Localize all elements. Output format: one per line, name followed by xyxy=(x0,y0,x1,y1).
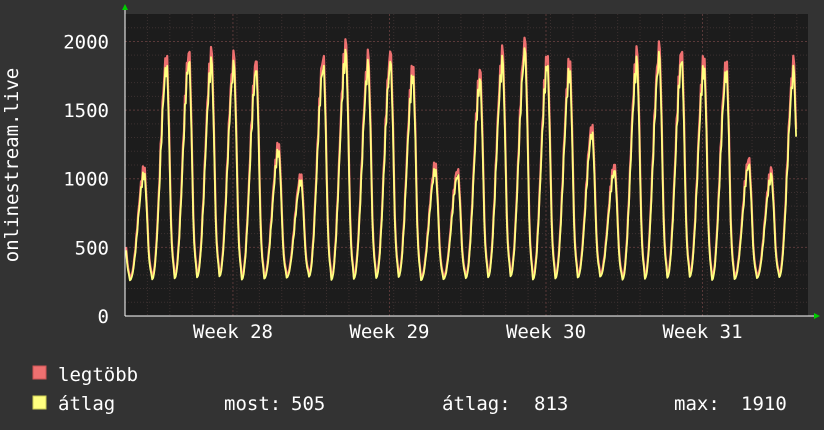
legend-label-avg: átlag xyxy=(58,393,115,415)
legend-swatch-avg xyxy=(32,395,47,410)
y-tick-label: 2000 xyxy=(63,31,109,53)
stat-now-value: 505 xyxy=(291,393,325,415)
y-tick-label: 1500 xyxy=(63,100,109,122)
y-tick-label: 500 xyxy=(75,237,109,259)
stat-avg-label: átlag: xyxy=(442,393,511,415)
x-tick-label: Week 28 xyxy=(193,321,273,343)
y-tick-label: 1000 xyxy=(63,169,109,191)
stat-max-label: max: xyxy=(674,393,720,415)
x-tick-label: Week 30 xyxy=(506,321,586,343)
stat-max-value: 1910 xyxy=(741,393,787,415)
x-tick-label: Week 29 xyxy=(349,321,429,343)
x-tick-label: Week 31 xyxy=(662,321,742,343)
stat-now-label: most: xyxy=(224,393,281,415)
legend-label-max: legtöbb xyxy=(58,364,138,386)
stats: most: 505 átlag: 813 max: 1910 xyxy=(224,393,787,415)
y-axis-label: onlinestream.live xyxy=(1,68,23,262)
chart-canvas: 0 500 1000 1500 2000 Week 28 Week 29 Week 30 We… xyxy=(0,0,824,430)
y-tick-label: 0 xyxy=(98,306,109,328)
legend-swatch-max xyxy=(32,365,47,380)
stat-avg-value: 813 xyxy=(534,393,568,415)
